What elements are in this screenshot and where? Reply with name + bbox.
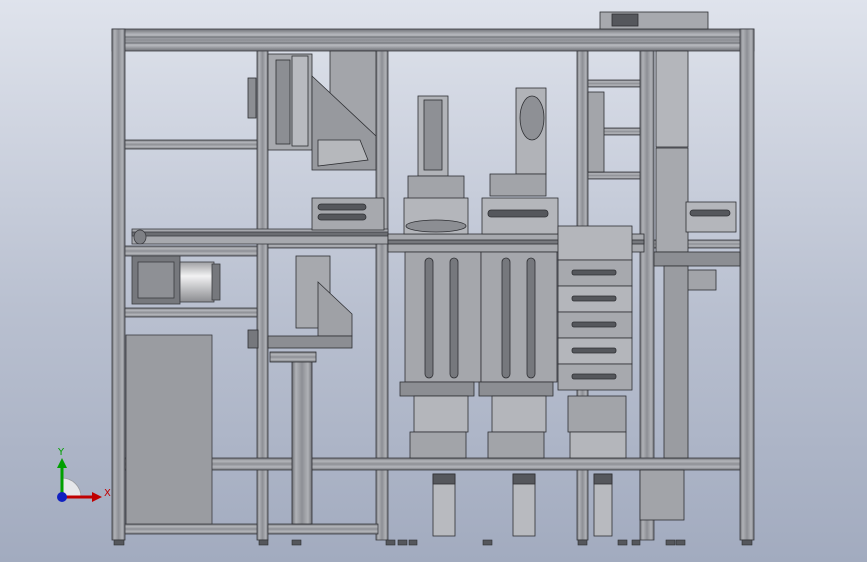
lift-column-1 bbox=[399, 251, 482, 459]
magazine-stack bbox=[557, 225, 633, 459]
right-post bbox=[739, 28, 755, 541]
bottom-beam bbox=[124, 457, 741, 471]
left-gray-panel bbox=[125, 334, 213, 525]
axis-x-label: X bbox=[104, 488, 111, 499]
lift-column-2 bbox=[478, 251, 558, 459]
station-2-press bbox=[481, 87, 559, 235]
left-post bbox=[111, 28, 126, 541]
cad-viewport[interactable]: X Y bbox=[0, 0, 867, 562]
axis-z-dot bbox=[57, 492, 67, 502]
drive-motor bbox=[179, 261, 221, 303]
top-beam bbox=[111, 28, 755, 52]
axis-triad: X Y bbox=[57, 447, 111, 502]
station-1-press bbox=[403, 95, 469, 235]
axis-y-label: Y bbox=[57, 447, 65, 458]
leveling-feet bbox=[113, 539, 753, 546]
